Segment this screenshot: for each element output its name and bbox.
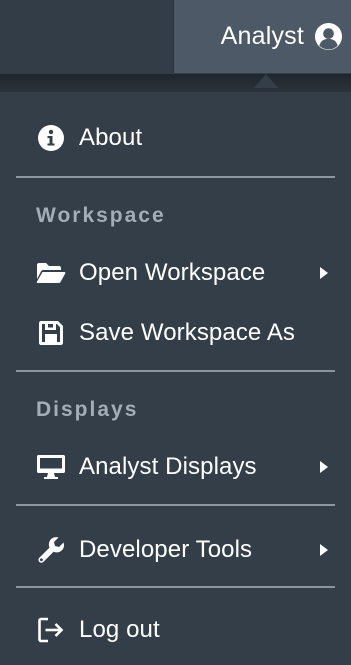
menu-item-save-workspace-as[interactable]: Save Workspace As <box>0 303 351 363</box>
menu-item-open-workspace[interactable]: Open Workspace <box>0 243 351 303</box>
section-header-displays: Displays <box>36 398 139 421</box>
sign-out-icon <box>36 615 66 645</box>
menu-item-label: Save Workspace As <box>79 319 296 346</box>
menu-item-developer-tools[interactable]: Developer Tools <box>0 520 351 580</box>
topbar-shadow <box>0 74 351 92</box>
top-bar: Analyst <box>0 0 351 74</box>
dropdown-caret <box>254 74 278 88</box>
user-circle-icon <box>314 22 343 51</box>
menu-item-label: Analyst Displays <box>79 453 257 480</box>
menu-item-about[interactable]: About <box>0 108 351 168</box>
desktop-icon <box>36 452 66 482</box>
menu-divider <box>16 176 335 178</box>
menu-item-label: Open Workspace <box>79 259 266 286</box>
menu-divider <box>16 586 335 588</box>
info-circle-icon <box>36 123 66 153</box>
menu-item-label: Log out <box>79 616 160 643</box>
user-name-label: Analyst <box>220 22 304 50</box>
section-header-workspace: Workspace <box>36 204 166 227</box>
menu-divider <box>16 504 335 506</box>
folder-open-icon <box>36 258 66 288</box>
user-dropdown-menu: About Workspace Open Workspace Save Work… <box>0 92 351 665</box>
submenu-arrow-icon <box>320 267 328 279</box>
submenu-arrow-icon <box>320 544 328 556</box>
menu-divider <box>16 370 335 372</box>
menu-item-log-out[interactable]: Log out <box>0 600 351 660</box>
submenu-arrow-icon <box>320 461 328 473</box>
save-icon <box>36 318 66 348</box>
wrench-icon <box>36 535 66 565</box>
user-menu-button[interactable]: Analyst <box>173 0 351 73</box>
menu-item-label: About <box>79 124 143 151</box>
menu-item-label: Developer Tools <box>79 536 253 563</box>
menu-item-analyst-displays[interactable]: Analyst Displays <box>0 437 351 497</box>
